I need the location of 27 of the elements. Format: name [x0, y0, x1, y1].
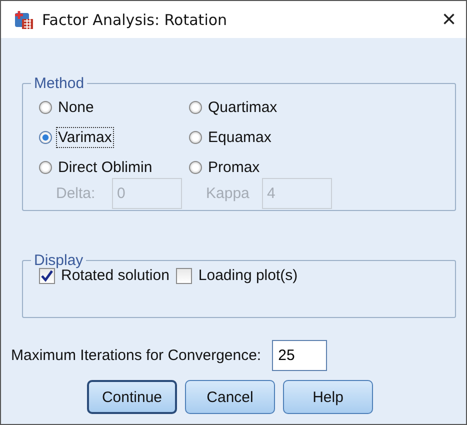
- dialog-button[interactable]: Help: [283, 380, 373, 414]
- radio-button[interactable]: [39, 101, 52, 114]
- checkbox[interactable]: [39, 268, 55, 284]
- option-label[interactable]: Quartimax: [206, 97, 280, 118]
- checkbox-label[interactable]: Loading plot(s): [196, 265, 300, 286]
- iterations-label: Maximum Iterations for Convergence:: [11, 347, 262, 364]
- option-label[interactable]: Direct Oblimin: [56, 157, 154, 178]
- iterations-field[interactable]: 25: [272, 340, 328, 371]
- app-icon: [14, 10, 34, 30]
- window-title: Factor Analysis: Rotation: [42, 10, 228, 28]
- parameter-label: Kappa: [206, 185, 250, 202]
- group-label: Display: [33, 252, 84, 269]
- radio-button[interactable]: [189, 131, 202, 144]
- option-label[interactable]: None: [56, 97, 96, 118]
- radio-button[interactable]: [189, 101, 202, 114]
- radio-button[interactable]: [189, 161, 202, 174]
- parameter-label: Delta:: [56, 185, 96, 202]
- dialog-button[interactable]: Cancel: [185, 380, 275, 414]
- option-label[interactable]: Varimax: [56, 127, 114, 148]
- radio-button[interactable]: [39, 131, 52, 144]
- close-button[interactable]: ×: [442, 8, 456, 32]
- dialog-button[interactable]: Continue: [87, 380, 177, 414]
- option-label[interactable]: Equamax: [206, 127, 274, 148]
- checkbox[interactable]: [176, 268, 192, 284]
- radio-button[interactable]: [39, 161, 52, 174]
- option-label[interactable]: Promax: [206, 157, 262, 178]
- group-label: Method: [33, 75, 86, 92]
